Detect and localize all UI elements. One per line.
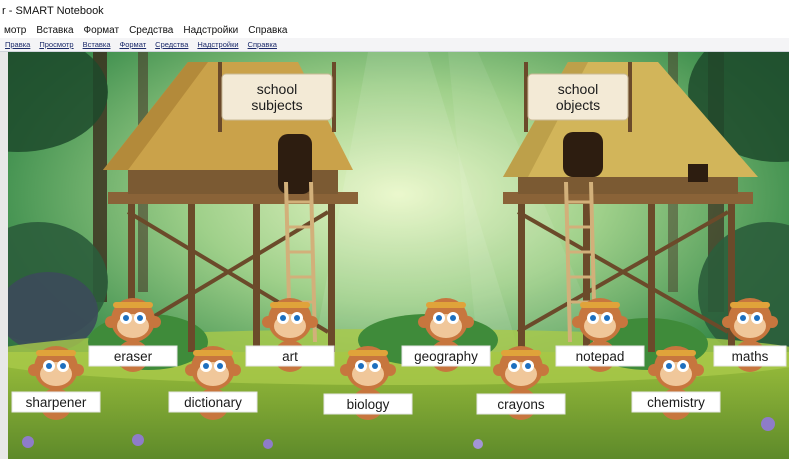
sign-line-2: subjects [251, 97, 302, 113]
hut-window [688, 164, 708, 182]
window-title-bar: r - SMART Notebook [0, 0, 789, 22]
word-text: sharpener [26, 395, 87, 410]
menu-format[interactable]: Формат [84, 25, 120, 36]
word-text: dictionary [184, 395, 242, 410]
word-text: chemistry [647, 395, 705, 410]
word-text: geography [414, 349, 478, 364]
word-text: maths [732, 349, 769, 364]
menu2-edit[interactable]: Правка [5, 40, 30, 49]
menu2-addons[interactable]: Надстройки [197, 40, 238, 49]
sign-line-1: school [558, 81, 598, 97]
menu2-view[interactable]: Просмотр [39, 40, 73, 49]
hut-door [278, 134, 312, 194]
notebook-page: school subjects school objects eraser ar… [8, 52, 789, 459]
menu-insert[interactable]: Вставка [36, 25, 73, 36]
hut-door [563, 132, 603, 177]
menu-tools[interactable]: Средства [129, 25, 173, 36]
word-text: biology [347, 397, 390, 412]
menu2-insert[interactable]: Вставка [83, 40, 111, 49]
window-title: r - SMART Notebook [2, 5, 104, 17]
secondary-menu-bar: Правка Просмотр Вставка Формат Средства … [0, 38, 789, 52]
sign-line-2: objects [556, 97, 600, 113]
menu-help[interactable]: Справка [248, 25, 287, 36]
word-text: eraser [114, 349, 153, 364]
word-text: crayons [497, 397, 545, 412]
word-text: art [282, 349, 298, 364]
menu2-format[interactable]: Формат [120, 40, 147, 49]
menu2-help[interactable]: Справка [248, 40, 277, 49]
jungle-scene: school subjects school objects eraser ar… [8, 52, 789, 459]
sign-line-1: school [257, 81, 297, 97]
word-text: notepad [576, 349, 625, 364]
menu-addons[interactable]: Надстройки [183, 25, 238, 36]
menu2-tools[interactable]: Средства [155, 40, 188, 49]
left-edge [0, 52, 8, 459]
menu-view[interactable]: мотр [4, 25, 26, 36]
menu-bar: мотр Вставка Формат Средства Надстройки … [0, 22, 789, 38]
